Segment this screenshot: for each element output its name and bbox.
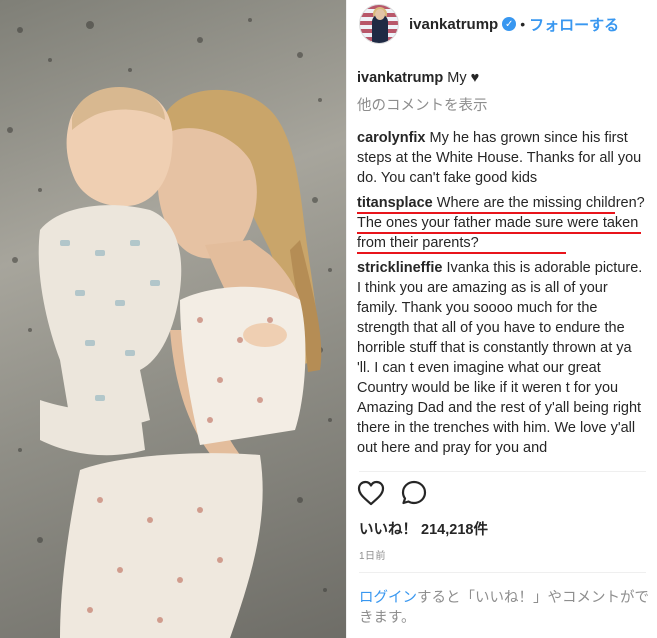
avatar[interactable] bbox=[359, 4, 399, 44]
likes-count[interactable]: いいね！ 214,218件 bbox=[359, 518, 488, 539]
caption-username[interactable]: ivankatrump bbox=[357, 70, 443, 86]
divider bbox=[359, 471, 646, 472]
header-separator: • bbox=[520, 16, 526, 32]
header-username[interactable]: ivankatrump bbox=[409, 16, 498, 33]
post-photo[interactable] bbox=[0, 0, 346, 638]
post-timestamp: 1日前 bbox=[359, 551, 387, 562]
divider bbox=[359, 572, 646, 573]
comment-username[interactable]: carolynfix bbox=[357, 130, 426, 146]
red-underline bbox=[357, 252, 566, 254]
post-sidebar: ivankatrump ✓ • フォローする ivankatrump My ♥ … bbox=[346, 0, 657, 638]
view-more-comments-link[interactable]: 他のコメントを表示 bbox=[357, 96, 648, 116]
post-header: ivankatrump ✓ • フォローする bbox=[347, 0, 657, 48]
caption-text: My bbox=[447, 70, 467, 86]
verified-check-icon: ✓ bbox=[502, 17, 517, 31]
photo-illustration bbox=[7, 18, 332, 638]
likes-number: 214,218件 bbox=[421, 522, 488, 538]
post-actions bbox=[357, 480, 427, 506]
likes-label: いいね！ bbox=[359, 522, 417, 538]
comment-bubble-icon[interactable] bbox=[401, 480, 427, 506]
login-link[interactable]: ログイン bbox=[359, 590, 417, 606]
post-caption: ivankatrump My ♥ bbox=[357, 68, 648, 88]
login-prompt: ログインすると「いいね！」やコメントができます。 bbox=[359, 588, 649, 628]
comment-username[interactable]: titansplace bbox=[357, 195, 433, 211]
red-underline bbox=[357, 212, 615, 214]
heart-emoji-icon: ♥ bbox=[470, 70, 480, 86]
avatar-head bbox=[375, 9, 385, 20]
comment-item: stricklineffie Ivanka this is adorable p… bbox=[357, 258, 648, 458]
comment-username[interactable]: stricklineffie bbox=[357, 260, 442, 276]
heart-outline-icon[interactable] bbox=[357, 480, 385, 506]
comment-item-highlighted: titansplace Where are the missing childr… bbox=[357, 193, 648, 254]
comment-text: Ivanka this is adorable picture. I think… bbox=[357, 260, 643, 456]
comments-list[interactable]: ivankatrump My ♥ 他のコメントを表示 carolynfix My… bbox=[347, 68, 657, 468]
comment-item: carolynfix My he has grown since his fir… bbox=[357, 128, 648, 188]
red-underline bbox=[357, 232, 641, 234]
follow-button[interactable]: フォローする bbox=[529, 14, 619, 35]
